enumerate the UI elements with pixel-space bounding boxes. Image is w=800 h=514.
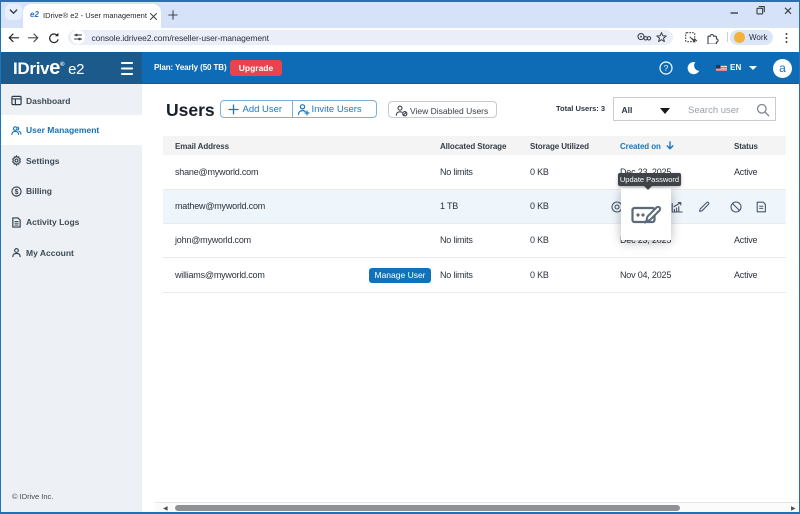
svg-text:?: ?	[664, 64, 669, 73]
svg-text:$: $	[14, 188, 18, 195]
